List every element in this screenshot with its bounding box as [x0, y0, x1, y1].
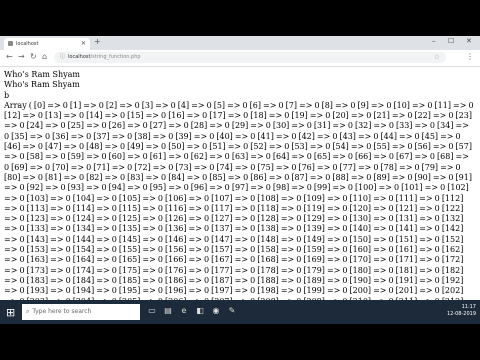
array-dump: Array ( [0] => 0 [1] => 0 [2] => 0 [3] =…: [4, 100, 474, 324]
page-content: Who’s Ram Shyam Who's Ram Shyam b Array …: [4, 70, 476, 324]
menu-icon[interactable]: ⋮: [466, 52, 474, 61]
forward-icon[interactable]: →: [18, 52, 25, 61]
chrome-icon[interactable]: ◉: [210, 305, 222, 317]
tab-localhost[interactable]: localhost ✕: [4, 38, 90, 50]
address-bar[interactable]: ⓘ localhost/string_function.php ☆: [54, 52, 446, 63]
minimize-icon[interactable]: –: [432, 37, 436, 45]
url-host: localhost: [68, 54, 91, 60]
bookmark-star-icon[interactable]: ☆: [434, 52, 440, 63]
output-line: b: [4, 90, 10, 100]
home-icon[interactable]: ⌂: [42, 52, 47, 61]
tab-bar: localhost ✕ + – ☐ ✕: [0, 36, 480, 50]
back-icon[interactable]: ←: [6, 52, 13, 61]
maximize-icon[interactable]: ☐: [448, 37, 454, 45]
browser-window: localhost ✕ + – ☐ ✕ ← → ↻ ⌂ ⓘ localhost/s…: [0, 36, 480, 324]
output-line: Who’s Ram Shyam: [4, 70, 80, 79]
page-favicon-icon: [8, 41, 13, 46]
close-tab-icon[interactable]: ✕: [81, 38, 86, 50]
search-icon: ⌕: [26, 308, 30, 315]
clock-time: 11:17: [461, 304, 476, 310]
info-icon: ⓘ: [60, 54, 66, 60]
taskbar-search[interactable]: ⌕ Type here to search: [22, 304, 140, 320]
browser-toolbar: ← → ↻ ⌂ ⓘ localhost/string_function.php ☆…: [0, 50, 480, 67]
store-icon[interactable]: ◧: [194, 305, 206, 317]
plus-icon[interactable]: +: [94, 37, 101, 46]
windows-start-icon[interactable]: ⊞: [6, 306, 15, 319]
url-path: /string_function.php: [90, 54, 141, 60]
search-placeholder: Type here to search: [32, 308, 92, 315]
edge-icon[interactable]: e: [178, 305, 190, 317]
task-view-icon[interactable]: ▭: [146, 305, 158, 317]
output-line: Who's Ram Shyam: [4, 80, 80, 90]
close-window-icon[interactable]: ✕: [466, 37, 472, 45]
tab-title: localhost: [16, 41, 39, 47]
file-explorer-icon[interactable]: ▤: [162, 305, 174, 317]
clock-date: 12-08-2019: [446, 311, 476, 317]
reload-icon[interactable]: ↻: [30, 52, 37, 61]
system-tray[interactable]: 11:17 12-08-2019: [416, 304, 476, 318]
windows-taskbar: ⊞ ⌕ Type here to search ▭ ▤ e ◧ ◉ ✎ 11:17…: [0, 300, 480, 324]
editor-icon[interactable]: ✎: [226, 305, 238, 317]
